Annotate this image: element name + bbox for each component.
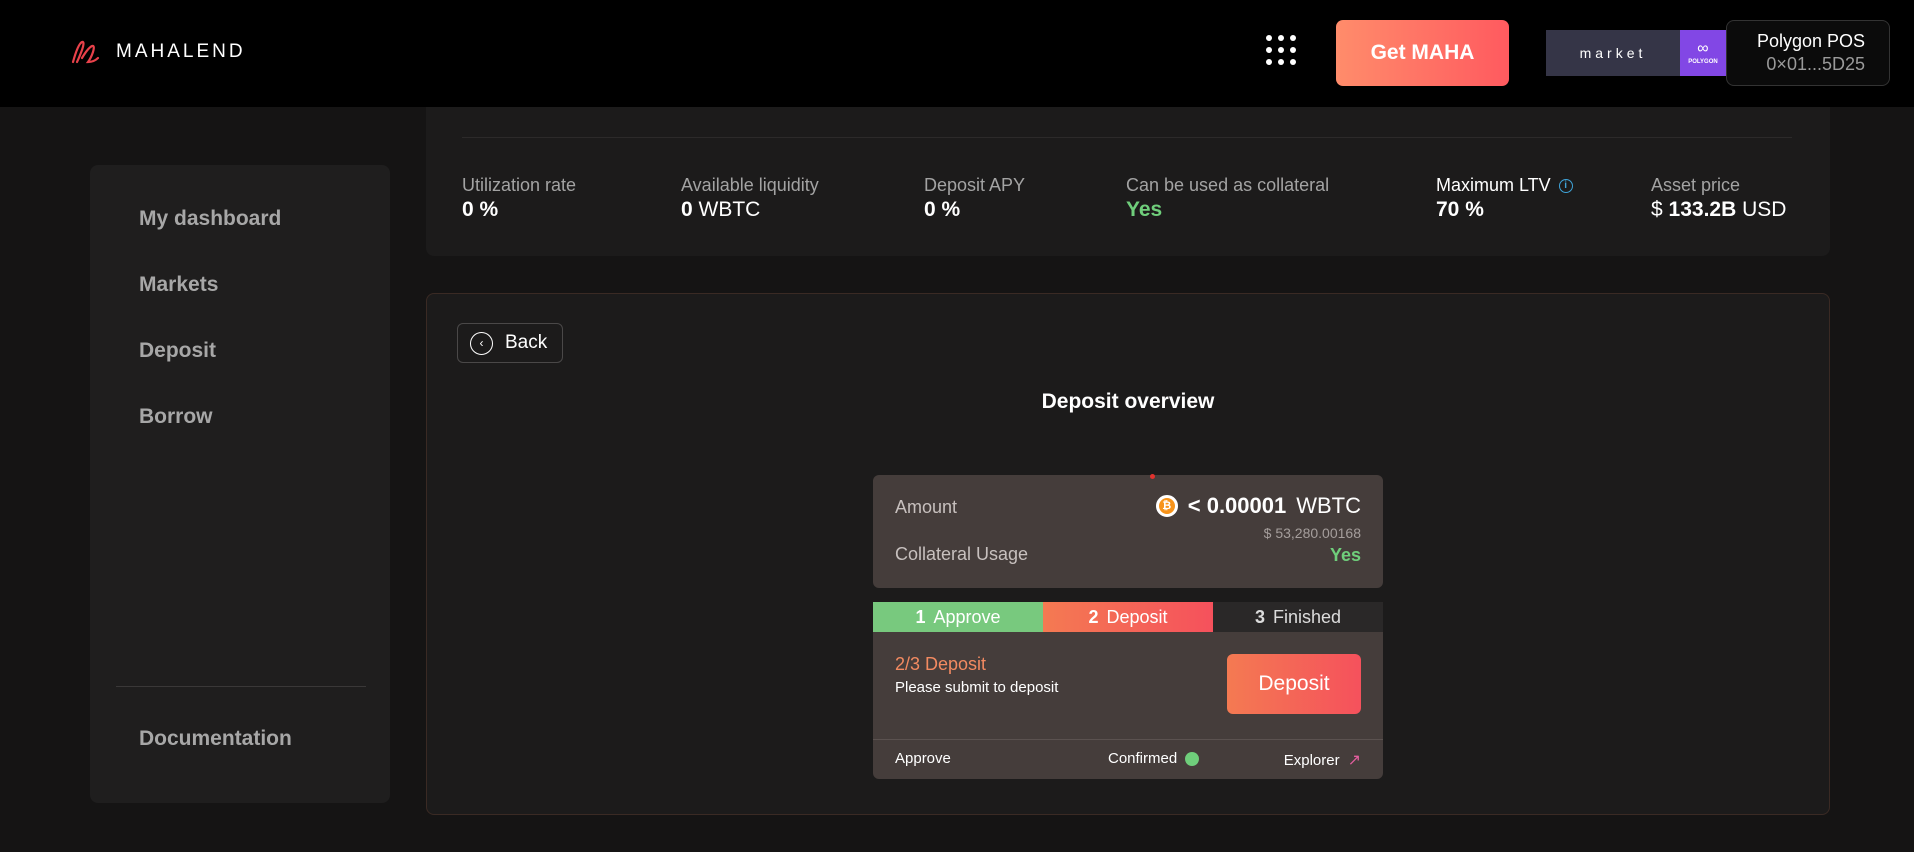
wallet-button[interactable]: Polygon POS 0×01...5D25 [1726, 20, 1890, 86]
collateral-usage-label: Collateral Usage [895, 544, 1029, 564]
deposit-panel: ‹ Back Deposit overview Amount ₿ < 0.000… [426, 293, 1830, 815]
step-approve: 1 Approve [873, 602, 1043, 632]
footer-confirmed: Confirmed [1108, 750, 1200, 767]
back-button[interactable]: ‹ Back [457, 323, 563, 363]
top-header: MAHALEND Get MAHA market ∞ POLYGON Polyg… [0, 0, 1914, 107]
status-dot [1150, 474, 1155, 479]
amount-value: ₿ < 0.00001 WBTC [1155, 493, 1361, 519]
sidebar-item-borrow[interactable]: Borrow [139, 405, 213, 429]
stat-collateral: Can be used as collateral Yes [1126, 175, 1330, 221]
deposit-summary: Amount ₿ < 0.00001 WBTC $ 53,280.00168 C… [873, 475, 1383, 588]
stats-divider [462, 137, 1792, 138]
amount-label: Amount [895, 497, 958, 517]
sidebar-item-deposit[interactable]: Deposit [139, 339, 216, 363]
sidebar-item-documentation[interactable]: Documentation [139, 727, 292, 751]
sidebar-item-markets[interactable]: Markets [139, 273, 218, 297]
sidebar-item-my-dashboard[interactable]: My dashboard [139, 207, 281, 231]
stat-maximum-ltv: Maximum LTV i 70 % [1436, 175, 1573, 222]
action-title: 2/3 Deposit [895, 654, 987, 674]
explorer-link[interactable]: Explorer ↗ [1284, 750, 1361, 770]
deposit-button[interactable]: Deposit [1227, 654, 1361, 714]
wallet-address: 0×01...5D25 [1766, 54, 1865, 74]
action-divider [873, 739, 1383, 740]
polygon-icon: ∞ [1697, 40, 1709, 57]
apps-grid-icon[interactable] [1266, 35, 1298, 69]
stat-utilization: Utilization rate 0 % [462, 175, 577, 221]
deposit-action-box: 2/3 Deposit Please submit to deposit Dep… [873, 632, 1383, 779]
brand-logo[interactable]: MAHALEND [70, 38, 246, 66]
confirmed-dot-icon [1185, 751, 1200, 766]
info-icon[interactable]: i [1558, 179, 1573, 194]
step-deposit: 2 Deposit [1043, 602, 1213, 632]
step-finished: 3 Finished [1213, 602, 1383, 632]
footer-approve: Approve [895, 750, 951, 767]
stat-asset-price: Asset price $ 133.2B USD [1651, 175, 1787, 221]
action-subtitle: Please submit to deposit [895, 679, 1059, 696]
step-indicator: 1 Approve 2 Deposit 3 Finished [873, 602, 1383, 632]
page-title: Deposit overview [1041, 390, 1215, 413]
stat-deposit-apy: Deposit APY 0 % [924, 175, 1026, 221]
get-maha-button[interactable]: Get MAHA [1336, 20, 1509, 86]
reserve-stats-card: Utilization rate 0 % Available liquidity… [426, 107, 1830, 256]
sidebar-divider [116, 686, 366, 687]
collateral-usage-value: Yes [1329, 545, 1361, 565]
polygon-network-badge[interactable]: ∞ POLYGON [1680, 30, 1726, 76]
back-label: Back [505, 332, 548, 353]
amount-usd: $ 53,280.00168 [1263, 525, 1361, 541]
external-link-icon: ↗ [1347, 752, 1361, 769]
network-badge-label: POLYGON [1688, 59, 1718, 65]
bitcoin-icon: ₿ [1155, 495, 1178, 517]
mahalend-logo-icon [71, 40, 100, 64]
brand-name: MAHALEND [116, 41, 246, 62]
market-selector[interactable]: market [1546, 30, 1680, 76]
network-name: Polygon POS [1756, 31, 1865, 51]
chevron-left-icon: ‹ [470, 331, 493, 355]
stat-available-liquidity: Available liquidity 0 WBTC [681, 175, 819, 221]
sidebar: My dashboard Markets Deposit Borrow Docu… [90, 165, 390, 803]
